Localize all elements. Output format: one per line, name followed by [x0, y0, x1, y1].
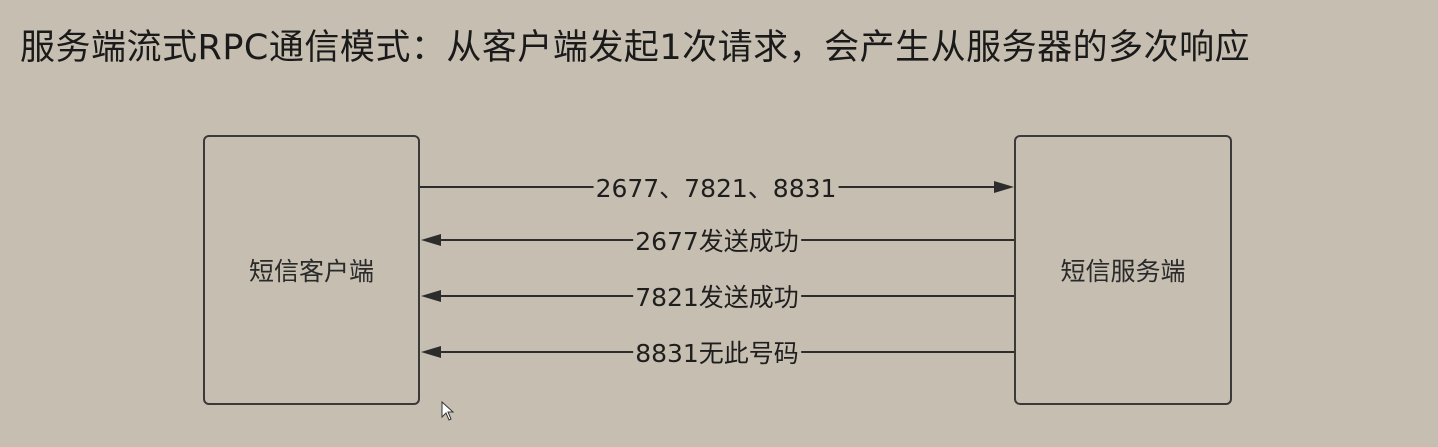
- arrow-pointer-icon: [441, 401, 455, 421]
- response-message-2: 7821发送成功: [633, 278, 801, 314]
- response-arrowhead-1: [421, 234, 441, 246]
- response-message-3: 8831无此号码: [633, 334, 801, 370]
- request-arrowhead: [994, 181, 1014, 193]
- response-arrowhead-3: [421, 346, 441, 358]
- response-message-1: 2677发送成功: [633, 222, 801, 258]
- response-arrowhead-2: [421, 290, 441, 302]
- request-message: 2677、7821、8831: [593, 169, 839, 205]
